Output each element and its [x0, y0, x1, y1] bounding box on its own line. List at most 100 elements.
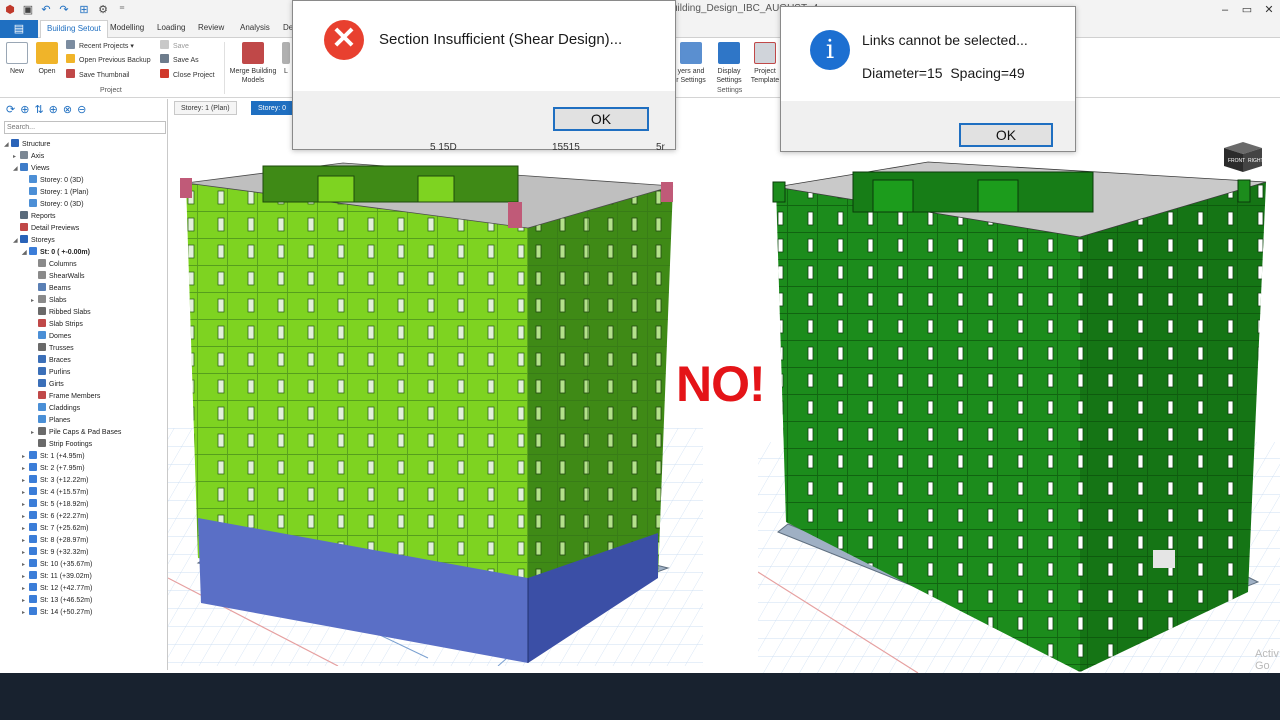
tab-storey-1-plan[interactable]: Storey: 1 (Plan) [174, 101, 237, 115]
tree-item[interactable]: ▸ St: 7 (+25.62m) [22, 523, 88, 535]
tree-item[interactable]: Ribbed Slabs [31, 307, 91, 319]
close-button[interactable]: ✕ [1256, 2, 1280, 18]
tree-item[interactable]: ▸ St: 10 (+35.67m) [22, 559, 92, 571]
tab-analysis[interactable]: Analysis [240, 23, 270, 32]
tree-item[interactable]: ShearWalls [31, 271, 85, 283]
tree-item[interactable]: ▸ St: 4 (+15.57m) [22, 487, 88, 499]
tree-item[interactable]: Planes [31, 415, 70, 427]
tree-item[interactable]: ▸ St: 14 (+50.27m) [22, 607, 92, 619]
gear-icon[interactable]: ⚙ [96, 3, 110, 17]
save-button[interactable]: Save [160, 40, 189, 53]
tree-item[interactable]: Girts [31, 379, 64, 391]
zoom-fit-icon[interactable]: ⊗ [63, 104, 77, 116]
tree-item[interactable]: ▸ St: 11 (+39.02m) [22, 571, 92, 583]
tree-item[interactable]: Purlins [31, 367, 70, 379]
tab-modelling[interactable]: Modelling [110, 23, 144, 32]
file-menu-button[interactable]: ▤ [0, 20, 38, 38]
quick-access-extra[interactable]: ⁼ [115, 3, 129, 17]
tree-expander-icon[interactable]: ▸ [22, 523, 29, 535]
tree-expander-icon[interactable]: ▸ [22, 451, 29, 463]
save-quick-icon[interactable]: ▣ [21, 3, 35, 17]
tree-expander-icon[interactable]: ◢ [13, 163, 20, 175]
tree-expander-icon[interactable]: ▸ [22, 487, 29, 499]
tree-item[interactable]: Slab Strips [31, 319, 83, 331]
zoom-in-icon[interactable]: ⊕ [49, 104, 63, 116]
recent-projects-button[interactable]: Recent Projects ▾ [66, 40, 134, 53]
tree-item[interactable]: Storey: 0 (3D) [22, 199, 84, 211]
redo-icon[interactable]: ↷ [57, 3, 71, 17]
merge-building-models-button[interactable]: Merge Building Models [228, 42, 278, 85]
tree-expander-icon[interactable]: ◢ [13, 235, 20, 247]
tree-expander-icon[interactable]: ▸ [22, 571, 29, 583]
tree-search-input[interactable] [4, 121, 166, 134]
tree-expander-icon[interactable]: ▸ [22, 583, 29, 595]
tree-item[interactable]: Detail Previews [13, 223, 79, 235]
save-thumbnail-button[interactable]: Save Thumbnail [66, 69, 129, 82]
project-templates-button[interactable]: Project Template [748, 42, 782, 85]
globe-icon[interactable]: ⊕ [20, 104, 34, 116]
tree-item[interactable]: ▸ St: 9 (+32.32m) [22, 547, 88, 559]
tree-item[interactable]: Trusses [31, 343, 74, 355]
layers-settings-button[interactable]: yers and r Settings [672, 42, 710, 85]
network-icon[interactable]: ⊞ [77, 3, 91, 17]
view-navigation-cube[interactable]: FRONT RIGHT [1218, 138, 1268, 172]
tree-expander-icon[interactable]: ▸ [22, 595, 29, 607]
tab-loading[interactable]: Loading [157, 23, 185, 32]
tree-item[interactable]: ◢ Storeys [13, 235, 55, 247]
tree-item[interactable]: Reports [13, 211, 56, 223]
tree-item[interactable]: ▸ Pile Caps & Pad Bases [31, 427, 121, 439]
tree-item[interactable]: ▸ St: 8 (+28.97m) [22, 535, 88, 547]
open-button[interactable]: Open [30, 42, 64, 76]
tree-expander-icon[interactable]: ▸ [13, 151, 20, 163]
tree-expander-icon[interactable]: ▸ [22, 463, 29, 475]
error-ok-button[interactable]: OK [553, 107, 649, 131]
tree-item[interactable]: ◢ Views [13, 163, 50, 175]
tree-expander-icon[interactable]: ▸ [22, 511, 29, 523]
ribbon-cut-button[interactable]: L [280, 42, 292, 76]
tree-item[interactable]: Storey: 0 (3D) [22, 175, 84, 187]
tree-item[interactable]: ◢ St: 0 ( +-0.00m) [22, 247, 90, 259]
info-ok-button[interactable]: OK [959, 123, 1053, 147]
tree-item[interactable]: ▸ Axis [13, 151, 44, 163]
tree-item[interactable]: ▸ St: 3 (+12.22m) [22, 475, 88, 487]
sort-icon[interactable]: ⇅ [34, 104, 48, 116]
tab-review[interactable]: Review [198, 23, 224, 32]
tree-item[interactable]: Strip Footings [31, 439, 92, 451]
tree-item[interactable]: Storey: 1 (Plan) [22, 187, 89, 199]
tree-item[interactable]: ▸ St: 6 (+22.27m) [22, 511, 88, 523]
tree-item[interactable]: ▸ Slabs [31, 295, 67, 307]
tab-storey-0[interactable]: Storey: 0 [251, 101, 294, 115]
tab-building-setout[interactable]: Building Setout [40, 20, 108, 39]
tree-item[interactable]: Claddings [31, 403, 80, 415]
tree-expander-icon[interactable]: ◢ [22, 247, 29, 259]
tree-expander-icon[interactable]: ▸ [22, 547, 29, 559]
tree-expander-icon[interactable]: ▸ [22, 475, 29, 487]
building-render-left[interactable] [168, 158, 703, 666]
tree-item[interactable]: ▸ St: 2 (+7.95m) [22, 463, 85, 475]
tree-item[interactable]: ▸ St: 5 (+18.92m) [22, 499, 88, 511]
close-project-button[interactable]: Close Project [160, 69, 215, 82]
zoom-out-icon[interactable]: ⊖ [77, 104, 91, 116]
tree-item[interactable]: Beams [31, 283, 71, 295]
save-as-button[interactable]: Save As [160, 54, 199, 67]
tree-expander-icon[interactable]: ▸ [31, 295, 38, 307]
open-previous-backup-button[interactable]: Open Previous Backup [66, 54, 151, 67]
tree-expander-icon[interactable]: ▸ [22, 607, 29, 619]
tree-item[interactable]: Braces [31, 355, 71, 367]
tree-item[interactable]: Domes [31, 331, 71, 343]
tree-expander-icon[interactable]: ▸ [22, 499, 29, 511]
tree-item[interactable]: Columns [31, 259, 77, 271]
tree-item[interactable]: ▸ St: 13 (+46.52m) [22, 595, 92, 607]
tree-item[interactable]: ▸ St: 1 (+4.95m) [22, 451, 85, 463]
new-button[interactable]: New [0, 42, 34, 76]
tree-expander-icon[interactable]: ▸ [22, 535, 29, 547]
tree-expander-icon[interactable]: ▸ [31, 427, 38, 439]
tree-expander-icon[interactable]: ▸ [22, 559, 29, 571]
refresh-icon[interactable]: ⟳ [6, 104, 20, 116]
display-settings-button[interactable]: Display Settings [712, 42, 746, 85]
tree-item[interactable]: Frame Members [31, 391, 100, 403]
undo-icon[interactable]: ↶ [39, 3, 53, 17]
building-render-right[interactable] [758, 152, 1280, 673]
tree-item[interactable]: ◢ Structure [4, 139, 50, 151]
tree-expander-icon[interactable]: ◢ [4, 139, 11, 151]
